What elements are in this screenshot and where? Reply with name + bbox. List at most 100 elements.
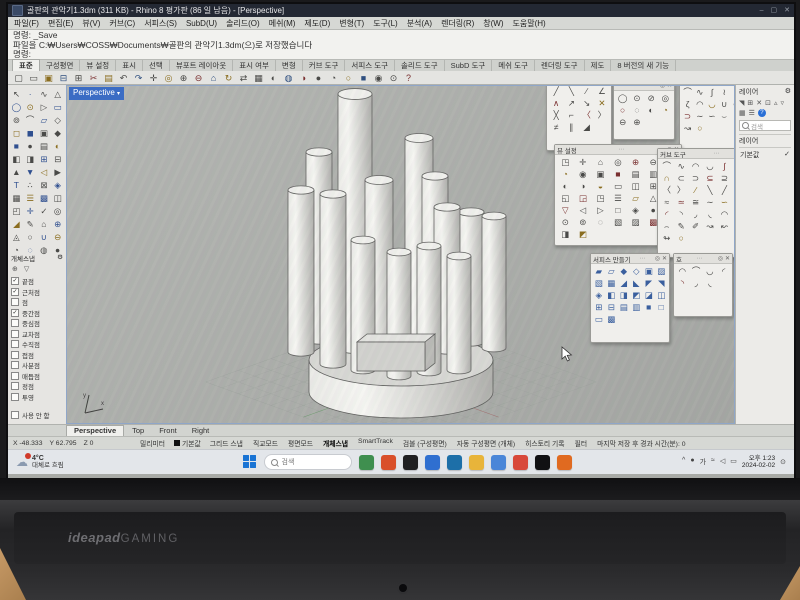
tool-icon[interactable]: ▣	[38, 127, 51, 139]
toolbar-icon[interactable]: ⇄	[237, 72, 250, 84]
tool-icon[interactable]: ∪	[38, 231, 51, 243]
tool-icon[interactable]: ⌂	[38, 218, 51, 230]
tool-icon[interactable]: ◳	[557, 157, 574, 168]
tray-icon[interactable]: ◁	[720, 457, 725, 467]
menu-item[interactable]: 도구(L)	[373, 17, 398, 29]
tool-icon[interactable]: ∕	[689, 185, 702, 196]
tool-icon[interactable]: ◢	[580, 122, 594, 133]
tool-icon[interactable]: ∽	[718, 197, 731, 208]
maximize-button[interactable]: ▢	[771, 4, 778, 17]
toolbar-icon[interactable]: ✂	[87, 72, 100, 84]
osnap-option[interactable]: 끝점	[11, 276, 63, 287]
tool-icon[interactable]: 〉	[595, 110, 609, 121]
tool-icon[interactable]: ≠	[549, 122, 563, 133]
tool-icon[interactable]: ◐	[645, 105, 658, 116]
statusbar-toggle[interactable]: 개체스냅	[323, 438, 348, 448]
toolbar-tab[interactable]: SubD 도구	[445, 60, 493, 71]
osnap-option[interactable]: 중심점	[11, 318, 63, 329]
tool-icon[interactable]: ↖	[10, 88, 23, 100]
tool-icon[interactable]: ●	[24, 140, 37, 152]
tool-icon[interactable]: ▦	[10, 192, 23, 204]
tool-icon[interactable]: ◰	[10, 205, 23, 217]
tool-icon[interactable]: ▼	[24, 166, 37, 178]
tool-icon[interactable]: ◨	[618, 290, 630, 301]
pin-icon[interactable]: ◎	[655, 255, 660, 262]
taskbar-app-icon[interactable]	[359, 455, 374, 470]
tool-icon[interactable]: ▩	[38, 192, 51, 204]
taskbar-app-icon[interactable]	[381, 455, 396, 470]
tool-icon[interactable]: ◬	[10, 231, 23, 243]
tool-icon[interactable]: ◲	[575, 193, 592, 204]
osnap-option[interactable]: 접점	[11, 350, 63, 361]
tool-icon[interactable]: ◇	[631, 266, 643, 277]
tool-icon[interactable]: 〈	[580, 110, 594, 121]
tool-icon[interactable]: ▱	[606, 266, 618, 277]
toolbar-icon[interactable]: ⊕	[177, 72, 190, 84]
tool-icon[interactable]: ◻	[10, 127, 23, 139]
osnap-filter-icon[interactable]: ▽	[24, 265, 29, 273]
tool-icon[interactable]: ⊇	[718, 173, 731, 184]
menu-item[interactable]: 도움말(H)	[513, 17, 546, 29]
tool-icon[interactable]: ▧	[610, 217, 627, 228]
menu-item[interactable]: 서피스(S)	[144, 17, 177, 29]
tool-icon[interactable]: ∥	[564, 122, 578, 133]
osnap-option[interactable]: 교차점	[11, 329, 63, 340]
checkbox[interactable]	[11, 288, 19, 296]
tool-icon[interactable]: ◩	[575, 229, 592, 240]
tool-icon[interactable]: 〉	[674, 185, 687, 196]
tool-icon[interactable]: ◆	[51, 127, 64, 139]
tool-icon[interactable]: ⊟	[51, 153, 64, 165]
toolbar-tab[interactable]: 제도	[585, 60, 612, 71]
statusbar-toggle[interactable]: 직교모드	[253, 438, 278, 448]
tool-icon[interactable]: ■	[643, 302, 655, 313]
toolbar-icon[interactable]: ◑	[297, 72, 310, 84]
tool-icon[interactable]: ◁	[38, 166, 51, 178]
toolbar-tab[interactable]: 구성평면	[40, 60, 81, 71]
tool-icon[interactable]: ◫	[51, 192, 64, 204]
tool-icon[interactable]: ▦	[606, 278, 618, 289]
command-history[interactable]: 명령: _Save 파일을 C:₩Users₩COSS₩Documents₩골판…	[8, 30, 794, 60]
tool-icon[interactable]: ◐	[51, 140, 64, 152]
tool-icon[interactable]: ╱	[718, 185, 731, 196]
osnap-option[interactable]: 정점	[11, 381, 63, 392]
osnap-disable-option[interactable]: 사용 안 함	[11, 410, 63, 421]
tool-icon[interactable]: ⌐	[564, 110, 578, 121]
tool-icon[interactable]: ◒	[592, 181, 609, 192]
tool-icon[interactable]: △	[51, 88, 64, 100]
tool-icon[interactable]: ◁	[575, 205, 592, 216]
tool-icon[interactable]: ⊘	[645, 93, 658, 104]
osnap-option[interactable]: 투영	[11, 392, 63, 403]
checkbox[interactable]	[11, 361, 19, 369]
toolbar-tab[interactable]: 솔리드 도구	[395, 60, 445, 71]
layer-search-input[interactable]: 검색	[739, 120, 791, 131]
tool-icon[interactable]: ⌒	[682, 87, 693, 98]
tool-icon[interactable]: ✛	[575, 157, 592, 168]
tool-icon[interactable]: ◫	[627, 181, 644, 192]
tool-icon[interactable]: ◡	[704, 266, 717, 277]
layer-table-icon[interactable]: ▦	[739, 109, 746, 117]
tool-icon[interactable]: ◇	[51, 114, 64, 126]
toolbar-tab[interactable]: 변형	[276, 60, 303, 71]
gear-icon[interactable]: ⚙	[57, 253, 63, 263]
menu-item[interactable]: 창(W)	[483, 17, 503, 29]
chevron-down-icon[interactable]: ▾	[117, 91, 120, 97]
tool-icon[interactable]: ▣	[592, 169, 609, 180]
viewport-title-chip[interactable]: Perspective ▾	[69, 87, 124, 100]
toolbar-icon[interactable]: ●	[312, 72, 325, 84]
tool-icon[interactable]: ◑	[575, 181, 592, 192]
tool-icon[interactable]: ◠	[676, 266, 689, 277]
tool-icon[interactable]: ∪	[719, 99, 730, 110]
tool-icon[interactable]: ✓	[38, 205, 51, 217]
menu-item[interactable]: 제도(D)	[304, 17, 330, 29]
gear-icon[interactable]: ⚙	[785, 87, 791, 97]
tool-icon[interactable]: ◥	[656, 278, 668, 289]
tool-icon[interactable]: ▤	[618, 302, 630, 313]
tool-icon[interactable]: ▣	[643, 266, 655, 277]
checkbox[interactable]	[11, 382, 19, 390]
osnap-option[interactable]: 중간점	[11, 308, 63, 319]
tray-icon[interactable]: ≈	[711, 457, 715, 467]
tool-icon[interactable]: ▤	[38, 140, 51, 152]
toolbar-icon[interactable]: ◉	[372, 72, 385, 84]
tool-icon[interactable]: ○	[616, 105, 629, 116]
tool-icon[interactable]: ╱	[549, 86, 563, 97]
